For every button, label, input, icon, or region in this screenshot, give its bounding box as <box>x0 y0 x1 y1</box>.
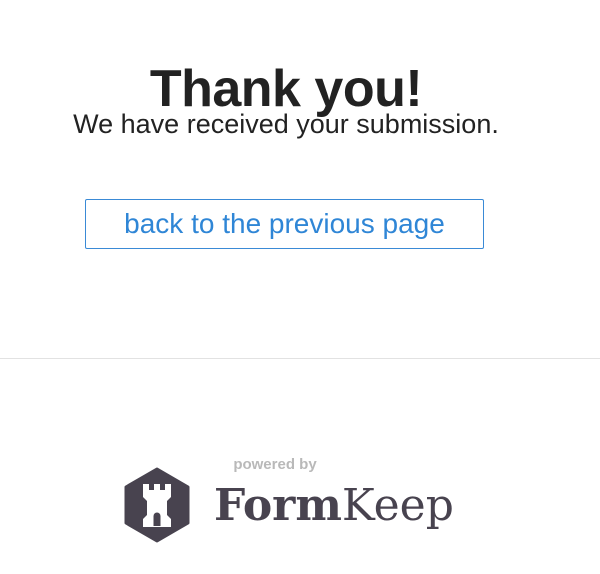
footer-divider <box>0 358 600 359</box>
wordmark-keep: Keep <box>341 480 454 531</box>
confirmation-message: We have received your submission. <box>73 109 499 139</box>
wordmark-form: Form <box>214 480 342 531</box>
rook-tower-icon <box>124 467 190 543</box>
powered-by-formkeep-link[interactable]: powered by FormKeep <box>0 440 600 574</box>
back-button[interactable]: back to the previous page <box>85 199 484 249</box>
powered-by-label: powered by <box>233 456 317 473</box>
formkeep-wordmark: FormKeep <box>214 480 454 532</box>
back-button-label: back to the previous page <box>124 208 445 239</box>
